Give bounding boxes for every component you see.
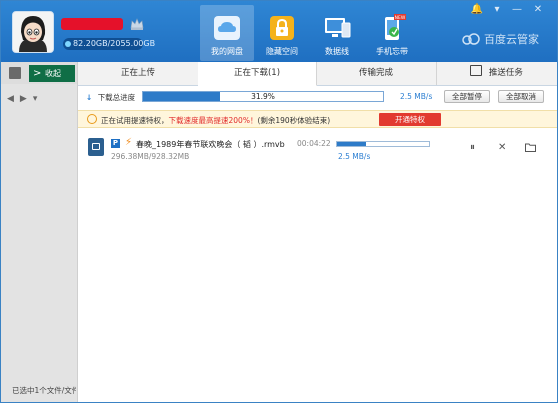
collapse-label: 收起 <box>45 69 61 78</box>
baidu-cloud-window: 82.20GB/2055.00GB 我的网盘 隐藏空间 数据线 NEW 手机忘带… <box>0 0 558 403</box>
back-arrow-icon[interactable]: ◀ <box>7 94 14 104</box>
tab-data-cable[interactable]: 数据线 <box>310 5 364 61</box>
notice-text-before: 正在试用提速特权， <box>101 116 169 125</box>
collapse-button[interactable]: > 收起 <box>29 65 75 82</box>
notification-bell-icon[interactable]: 🔔 <box>467 3 487 17</box>
overall-progress-percent: 31.9% <box>251 92 275 101</box>
app-header: 82.20GB/2055.00GB 我的网盘 隐藏空间 数据线 NEW 手机忘带… <box>1 1 557 62</box>
file-size: 296.38MB/928.32MB <box>111 152 190 161</box>
overall-progress-text: 下载总进度 <box>97 93 136 102</box>
tab-my-cloud-drive[interactable]: 我的网盘 <box>200 5 254 61</box>
push-task-icon <box>470 65 483 76</box>
delete-icon[interactable]: ✕ <box>498 142 506 153</box>
forward-arrow-icon[interactable]: ▶ <box>20 94 27 104</box>
notice-text-after: (剩余190秒体验结束) <box>257 116 331 125</box>
avatar-image <box>13 12 53 52</box>
brand-logo: 百度云管家 <box>462 31 539 47</box>
storage-text: 82.20GB/2055.00GB <box>73 39 156 48</box>
cancel-all-button[interactable]: 全部取消 <box>498 90 544 103</box>
activate-privilege-button[interactable]: 开通特权 <box>379 113 441 126</box>
time-remaining: 00:04:22 <box>297 139 331 148</box>
video-file-icon <box>88 138 104 156</box>
download-list-item[interactable]: P ⚡ 春晚_1989年春节联欢晚会（ 韬 ）.rmvb 296.38MB/92… <box>78 134 557 164</box>
p-badge-icon: P <box>111 139 120 148</box>
monitor-icon <box>325 18 351 38</box>
transfer-panel: 正在上传 正在下载(1) 传输完成 推送任务 ↓ 下载总进度 31.9% 2.5 <box>78 62 557 402</box>
menu-dropdown-icon[interactable]: ▾ <box>487 3 507 17</box>
download-arrow-icon: ↓ <box>86 93 93 102</box>
notice-text-highlight: 下载速度最高提速200%！ <box>168 116 258 125</box>
status-footer: 已选中1个文件/文件夹 <box>12 386 76 395</box>
speedup-notice: 正在试用提速特权，下载速度最高提速200%！(剩余190秒体验结束) 开通特权 <box>78 110 557 128</box>
file-name: 春晚_1989年春节联欢晚会（ 韬 ）.rmvb <box>136 140 285 149</box>
tab-phone-forgot-label: 手机忘带 <box>376 47 408 56</box>
file-progress-fill <box>337 142 367 146</box>
tab-push-tasks-label: 推送任务 <box>488 68 523 78</box>
tab-completed[interactable]: 传输完成 <box>316 62 437 85</box>
tab-hidden-space[interactable]: 隐藏空间 <box>255 5 309 61</box>
left-sidebar: > 收起 ◀ ▶ ▾ 已选中1个文件/文件夹 <box>1 62 78 402</box>
tab-hidden-space-label: 隐藏空间 <box>266 47 298 56</box>
smiley-icon <box>87 114 97 124</box>
tab-uploading-label: 正在上传 <box>120 68 155 78</box>
history-dropdown-icon[interactable]: ▾ <box>33 94 38 104</box>
chevron-right-icon: > <box>33 68 42 79</box>
lock-icon <box>270 16 294 40</box>
sidebar-top: > 收起 <box>1 62 77 84</box>
overall-progress-bar: 31.9% <box>142 91 384 102</box>
storage-dot-icon <box>65 41 71 47</box>
brand-text: 百度云管家 <box>484 33 539 46</box>
pause-icon[interactable]: ⏸ <box>470 142 475 153</box>
cloud-drive-icon <box>214 16 240 40</box>
crown-icon[interactable] <box>130 17 144 31</box>
window-controls: 🔔 ▾ — ✕ <box>467 3 549 17</box>
transfer-tabs: 正在上传 正在下载(1) 传输完成 推送任务 <box>78 62 557 86</box>
file-progress-bar <box>336 141 430 147</box>
folder-icon[interactable] <box>525 143 536 152</box>
minimize-icon[interactable]: — <box>507 3 527 17</box>
tab-uploading[interactable]: 正在上传 <box>78 62 199 85</box>
tab-my-cloud-drive-label: 我的网盘 <box>211 47 243 56</box>
tab-data-cable-label: 数据线 <box>325 47 349 56</box>
storage-usage: 82.20GB/2055.00GB <box>63 38 155 50</box>
file-speed: 2.5 MB/s <box>338 152 371 161</box>
sidebar-toggle-icon[interactable] <box>9 67 21 79</box>
avatar[interactable] <box>12 11 54 53</box>
username-redacted <box>61 18 123 30</box>
phone-icon: NEW <box>385 14 406 40</box>
new-badge: NEW <box>395 15 406 21</box>
pause-all-button[interactable]: 全部暂停 <box>444 90 490 103</box>
brand-cloud-icon <box>462 33 480 45</box>
tab-push-tasks[interactable]: 推送任务 <box>436 62 557 85</box>
tab-downloading[interactable]: 正在下载(1) <box>198 62 317 86</box>
overall-progress-row: ↓ 下载总进度 31.9% 2.5 MB/s 全部暂停 全部取消 <box>78 90 557 104</box>
lightning-icon: ⚡ <box>125 137 133 148</box>
tab-phone-forgot[interactable]: NEW 手机忘带 <box>365 5 419 61</box>
tab-completed-label: 传输完成 <box>358 68 393 78</box>
tab-downloading-label: 正在下载(1) <box>233 68 281 78</box>
close-icon[interactable]: ✕ <box>527 3 549 17</box>
overall-progress-label: ↓ 下载总进度 <box>86 92 135 103</box>
overall-speed: 2.5 MB/s <box>400 92 433 101</box>
nav-arrows: ◀ ▶ ▾ <box>7 94 37 104</box>
notice-text: 正在试用提速特权，下载速度最高提速200%！(剩余190秒体验结束) <box>101 115 330 126</box>
